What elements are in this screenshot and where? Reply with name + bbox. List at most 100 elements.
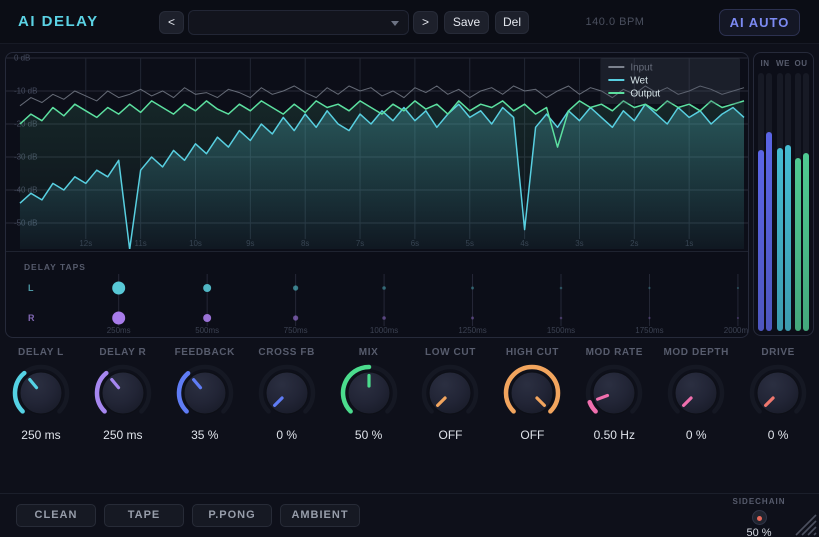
delay-tap-dot <box>382 286 386 290</box>
delay-tap-dot <box>648 287 650 289</box>
knob-label: MIX <box>359 347 379 362</box>
delay-taps-plot: DELAY TAPS250ms500ms750ms1000ms1250ms150… <box>6 252 748 337</box>
knob-value: 50 % <box>355 428 382 442</box>
meter-fill <box>803 153 809 331</box>
knob-dial-high-cut[interactable] <box>500 362 564 426</box>
top-bar: AI DELAY < > Save Del 140.0 BPM AI AUTO <box>0 0 819 44</box>
meter-fill <box>795 158 801 331</box>
knob-dial-drive[interactable] <box>746 362 810 426</box>
sidechain-label: SIDECHAIN <box>719 497 799 506</box>
mode-button-ambient[interactable]: AMBIENT <box>280 504 360 527</box>
knob-high-cut: HIGH CUT OFF <box>491 344 573 456</box>
knob-dial-mix[interactable] <box>337 362 401 426</box>
knob-label: HIGH CUT <box>506 347 559 362</box>
knob-cross-fb: CROSS FB 0 % <box>246 344 328 456</box>
delay-tap-dot <box>737 287 739 289</box>
knob-dial-feedback[interactable] <box>173 362 237 426</box>
mode-buttons: CLEAN TAPE P.PONG AMBIENT <box>16 504 360 527</box>
preset-next-button[interactable]: > <box>413 11 438 34</box>
level-history-display: 12s11s10s9s8s7s6s5s4s3s2s1s0 dB-10 dB-20… <box>6 53 748 251</box>
sidechain-section: SIDECHAIN 50 % <box>719 497 799 537</box>
bottom-divider <box>0 493 819 494</box>
knob-low-cut: LOW CUT OFF <box>410 344 492 456</box>
meter-fill <box>777 148 783 331</box>
ai-auto-button[interactable]: AI AUTO <box>719 9 800 36</box>
spectrum-plot: 12s11s10s9s8s7s6s5s4s3s2s1s0 dB-10 dB-20… <box>6 53 748 251</box>
knob-mod-rate: MOD RATE0.50 Hz <box>573 344 655 456</box>
meter-group-label: IN <box>755 59 775 68</box>
knob-value: 250 ms <box>103 428 142 442</box>
meter-group-label: WE <box>773 59 793 68</box>
chevron-down-icon <box>391 21 399 26</box>
mode-button-p-pong[interactable]: P.PONG <box>192 504 272 527</box>
delay-tap-dot <box>112 312 125 325</box>
delay-taps-display: DELAY TAPS250ms500ms750ms1000ms1250ms150… <box>6 251 748 337</box>
knob-dial-low-cut[interactable] <box>418 362 482 426</box>
delay-taps-title: DELAY TAPS <box>24 262 86 272</box>
knob-drive: DRIVE0 % <box>737 344 819 456</box>
delay-tap-dot <box>112 282 125 295</box>
knob-mix: MIX 50 % <box>328 344 410 456</box>
delay-tap-dot <box>293 315 298 320</box>
taps-tick-label: 1250ms <box>458 326 486 335</box>
sidechain-knob-dot <box>757 516 762 521</box>
y-tick-label: 0 dB <box>14 53 30 62</box>
delete-button[interactable]: Del <box>495 11 529 34</box>
svg-text:Output: Output <box>630 88 660 99</box>
mode-button-tape[interactable]: TAPE <box>104 504 184 527</box>
taps-row-label: L <box>28 283 34 293</box>
taps-tick-label: 1750ms <box>635 326 663 335</box>
knob-delay-r: DELAY R 250 ms <box>82 344 164 456</box>
preset-prev-button[interactable]: < <box>159 11 184 34</box>
knob-label: DELAY R <box>99 347 146 362</box>
delay-tap-dot <box>471 287 474 290</box>
delay-tap-dot <box>560 287 563 290</box>
knob-label: DRIVE <box>761 347 795 362</box>
knob-label: LOW CUT <box>425 347 476 362</box>
knob-dial-delay-l[interactable] <box>9 362 73 426</box>
knob-value: OFF <box>438 428 462 442</box>
knob-feedback: FEEDBACK 35 % <box>164 344 246 456</box>
svg-text:Wet: Wet <box>630 75 648 86</box>
knob-value: 35 % <box>191 428 218 442</box>
knob-delay-l: DELAY L 250 ms <box>0 344 82 456</box>
meter-fill <box>758 150 764 331</box>
knob-label: DELAY L <box>18 347 64 362</box>
taps-tick-label: 2000ms <box>724 326 748 335</box>
save-button[interactable]: Save <box>444 11 489 34</box>
delay-tap-dot <box>293 285 298 290</box>
delay-tap-dot <box>648 317 650 319</box>
knob-value: 0 % <box>276 428 297 442</box>
knob-value: 250 ms <box>21 428 60 442</box>
resize-grip[interactable] <box>790 509 818 537</box>
meter-fill <box>785 145 791 331</box>
knob-label: MOD RATE <box>586 347 643 362</box>
taps-tick-label: 750ms <box>284 326 308 335</box>
knobs-row: DELAY L 250 ms DELAY R 250 ms FEEDBACK 35 % CR… <box>0 344 819 456</box>
knob-dial-mod-rate[interactable] <box>582 362 646 426</box>
knob-dial-delay-r[interactable] <box>91 362 155 426</box>
knob-mod-depth: MOD DEPTH0 % <box>655 344 737 456</box>
sidechain-knob[interactable] <box>752 510 767 525</box>
delay-tap-dot <box>203 284 211 292</box>
app-title: AI DELAY <box>18 0 99 44</box>
knob-label: FEEDBACK <box>175 347 235 362</box>
knob-value: 0 % <box>686 428 707 442</box>
knob-dial-cross-fb[interactable] <box>255 362 319 426</box>
graph-panel: 12s11s10s9s8s7s6s5s4s3s2s1s0 dB-10 dB-20… <box>5 52 749 338</box>
svg-text:Input: Input <box>630 62 652 73</box>
taps-tick-label: 500ms <box>195 326 219 335</box>
taps-tick-label: 1000ms <box>370 326 398 335</box>
mode-button-clean[interactable]: CLEAN <box>16 504 96 527</box>
knob-label: CROSS FB <box>258 347 314 362</box>
preset-dropdown[interactable] <box>189 11 408 34</box>
plugin-window: AI DELAY < > Save Del 140.0 BPM AI AUTO … <box>0 0 819 537</box>
delay-tap-dot <box>203 314 211 322</box>
delay-tap-dot <box>471 317 474 320</box>
taps-tick-label: 1500ms <box>547 326 575 335</box>
knob-dial-mod-depth[interactable] <box>664 362 728 426</box>
knob-value: OFF <box>520 428 544 442</box>
delay-tap-dot <box>737 317 739 319</box>
meter-group-label: OU <box>791 59 811 68</box>
io-meters-panel: INWEOU <box>753 52 814 336</box>
